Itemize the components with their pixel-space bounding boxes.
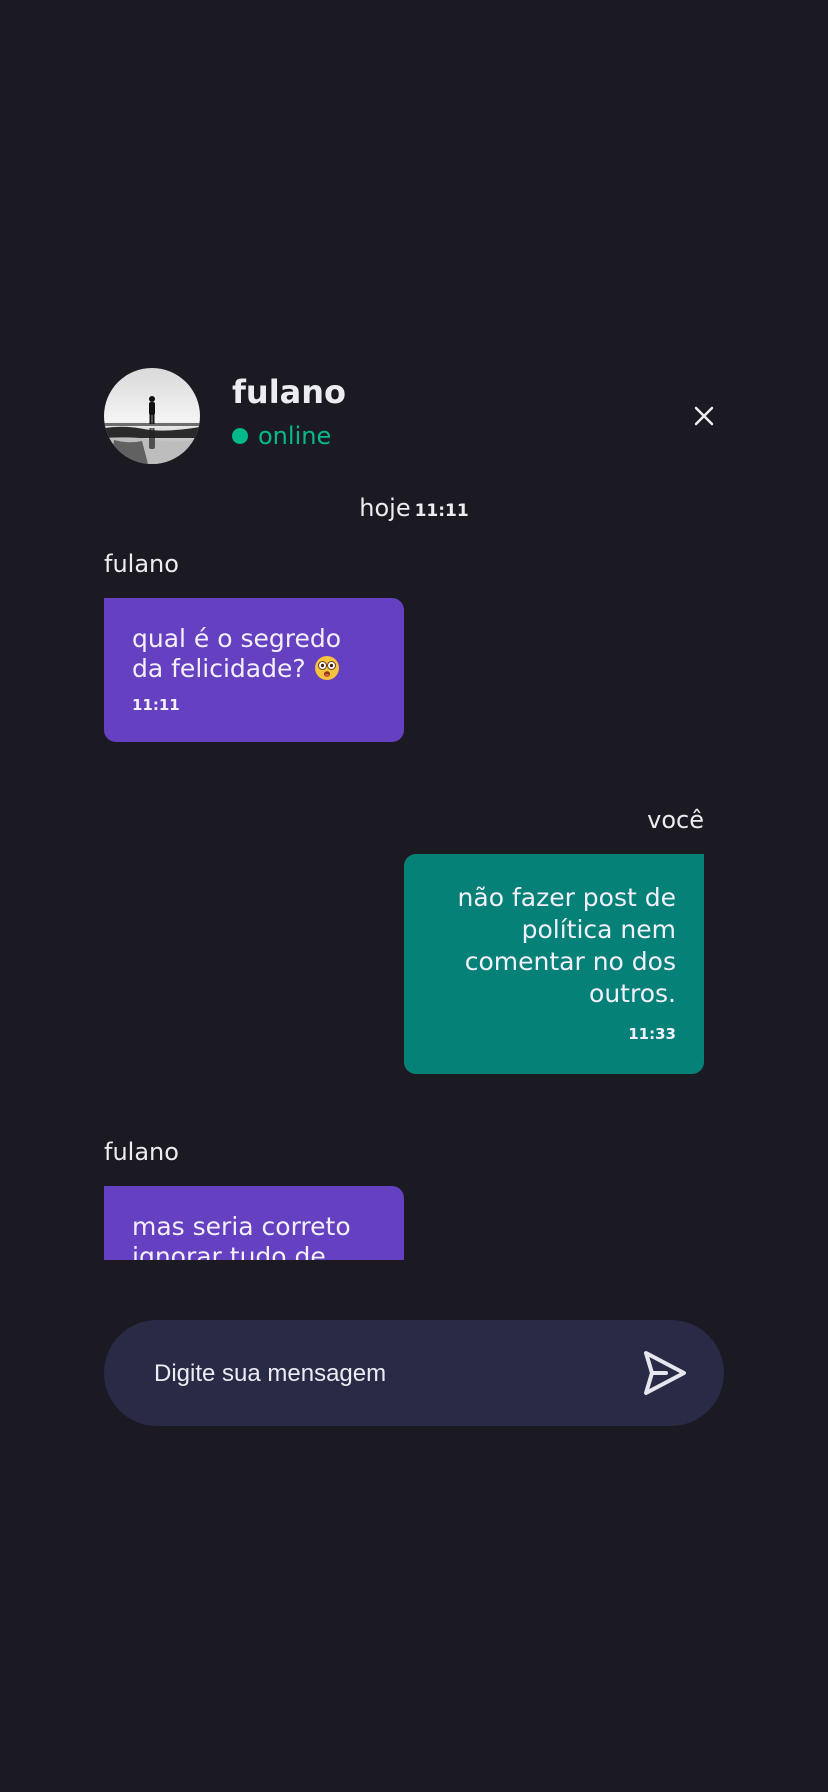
online-status: online <box>232 424 331 448</box>
dizzy-face-emoji-icon <box>314 656 339 680</box>
message-bubble[interactable]: não fazer post de política nem comentar … <box>404 854 704 1074</box>
message-time: 11:33 <box>628 1025 676 1043</box>
message-outgoing: você não fazer post de política nem come… <box>104 806 704 1074</box>
message-sender: fulano <box>104 1138 179 1166</box>
date-label: hoje <box>359 494 411 522</box>
message-text: mas seria correto ignorar tudo de <box>132 1212 351 1260</box>
message-list[interactable]: fulano qual é o segredo da felicidade? 1… <box>104 540 704 1260</box>
close-button[interactable] <box>688 400 720 432</box>
send-icon <box>644 1351 686 1395</box>
message-bubble[interactable]: mas seria correto ignorar tudo de <box>104 1186 404 1260</box>
message-bubble[interactable]: qual é o segredo da felicidade? 11:11 <box>104 598 404 742</box>
online-dot-icon <box>232 428 248 444</box>
message-sender: você <box>647 806 704 834</box>
date-divider: hoje 11:11 <box>104 494 724 525</box>
message-incoming: fulano qual é o segredo da felicidade? 1… <box>104 550 704 742</box>
contact-name: fulano <box>232 373 347 411</box>
message-sender: fulano <box>104 550 179 578</box>
avatar[interactable] <box>104 368 200 464</box>
message-incoming: fulano mas seria correto ignorar tudo de <box>104 1138 704 1260</box>
close-icon <box>694 406 714 426</box>
message-text: qual é o segredo da felicidade? <box>132 624 342 683</box>
send-button[interactable] <box>640 1349 688 1397</box>
message-input[interactable] <box>152 1353 596 1395</box>
message-text: não fazer post de política nem comentar … <box>457 883 676 1008</box>
message-composer <box>104 1320 724 1426</box>
chat-header: fulano online <box>104 368 720 464</box>
message-time: 11:11 <box>132 696 180 714</box>
avatar-photo <box>104 368 200 464</box>
status-text: online <box>258 422 332 450</box>
date-time: 11:11 <box>414 501 469 521</box>
